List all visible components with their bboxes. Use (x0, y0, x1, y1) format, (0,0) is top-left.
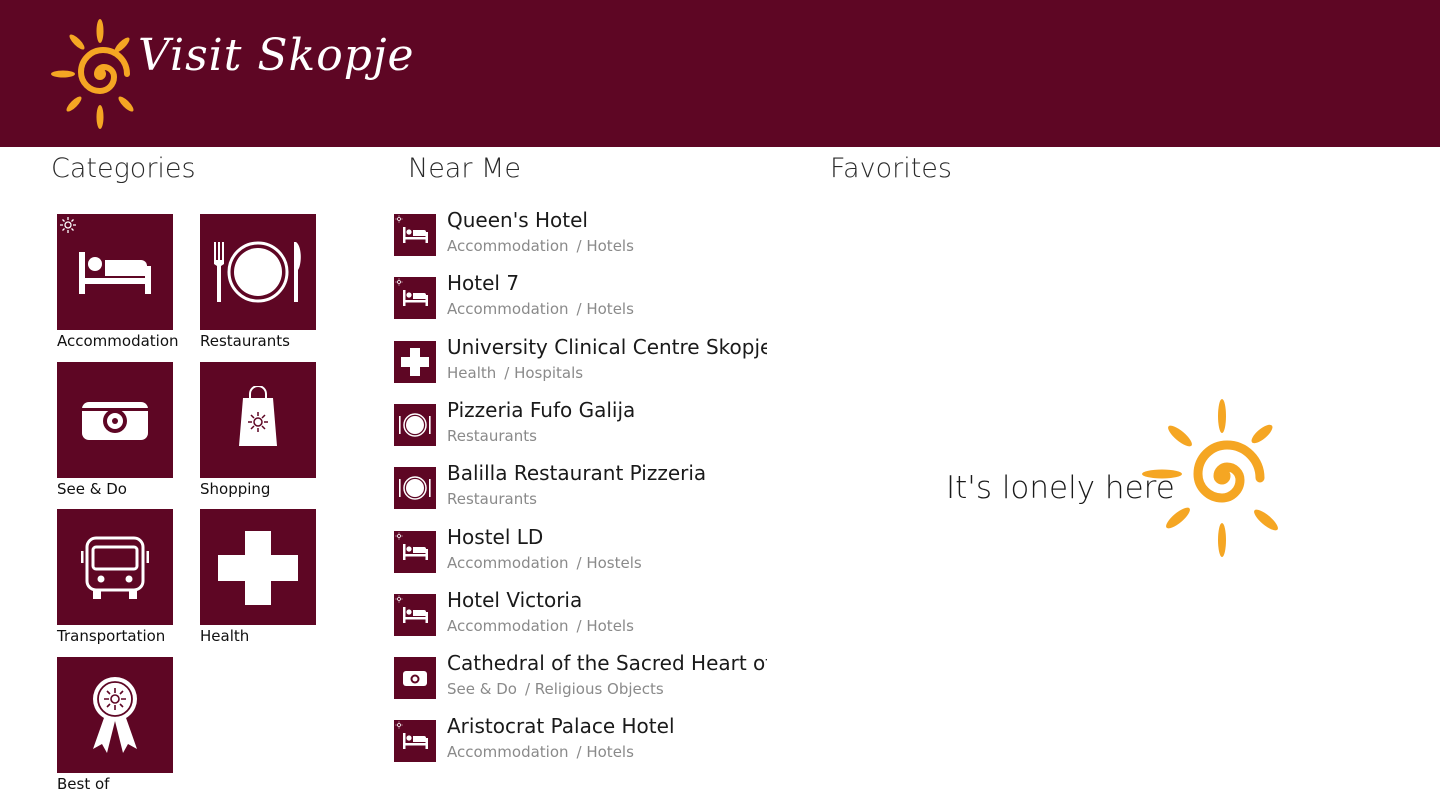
near-me-item-category-name: Accommodation (447, 743, 569, 762)
near-me-item-subcategory: / Hostels (576, 553, 642, 572)
near-me-item-category-name: Accommodation (447, 553, 569, 572)
bed-icon (394, 277, 436, 320)
near-me-item-subcategory: / Hotels (576, 237, 634, 255)
near-me-item-subcategory: / Hotels (576, 616, 634, 635)
plate-cutlery-icon (394, 467, 436, 510)
near-me-item-subcategory: / Hospitals (504, 363, 584, 382)
plate-cutlery-icon (394, 403, 436, 446)
cross-icon (394, 340, 436, 383)
category-tile-see-do[interactable] (57, 362, 173, 478)
near-me-item-category: Accommodation / Hotels (447, 237, 634, 255)
category-label: Health (200, 627, 250, 645)
near-me-item-category: Health / Hospitals (447, 364, 583, 382)
award-ribbon-icon (93, 677, 137, 753)
near-me-item-category-name: See & Do (447, 680, 517, 699)
near-me-item[interactable]: Hotel Victoria Accommodation / Hotels (393, 588, 773, 644)
category-tile-shopping[interactable] (200, 362, 316, 478)
near-me-item-title: Hostel LD (447, 524, 544, 549)
near-me-item[interactable]: Aristocrat Palace Hotel Accommodation / Ho… (393, 714, 773, 770)
near-me-item-title: Hotel 7 (447, 271, 520, 296)
bed-icon (394, 593, 436, 636)
category-label: Best of (57, 775, 110, 793)
near-me-item-title: Hotel Victoria (447, 587, 583, 612)
bus-icon (81, 536, 149, 599)
app-title: Visit Skopje (138, 30, 415, 81)
app-logo[interactable]: Visit Skopje (50, 18, 414, 130)
shopping-bag-icon (239, 386, 277, 446)
sun-logo-icon (51, 19, 134, 129)
near-me-item[interactable]: Hotel 7 Accommodation / Hotels (393, 271, 773, 327)
near-me-item[interactable]: Pizzeria Fufo Galija Restaurants (393, 398, 773, 454)
favorites-heading: Favorites (830, 153, 952, 184)
near-me-item-category-name: Restaurants (447, 490, 537, 509)
near-me-item-category: Restaurants (447, 427, 537, 445)
near-me-item-title: University Clinical Centre Skopje (447, 334, 767, 359)
near-me-item[interactable]: Balilla Restaurant Pizzeria Restaurants (393, 461, 773, 517)
category-tile-restaurants[interactable] (200, 214, 316, 330)
near-me-item-title: Cathedral of the Sacred Heart of Jes (447, 651, 767, 676)
category-tile-transportation[interactable] (57, 509, 173, 625)
near-me-item-category-name: Health (447, 363, 497, 382)
near-me-item-category: Accommodation / Hostels (447, 554, 642, 572)
near-me-item-subcategory: / Hotels (576, 743, 634, 762)
category-tile-accommodation[interactable] (57, 214, 173, 330)
near-me-item-category-name: Accommodation (447, 237, 569, 255)
category-label: Shopping (200, 480, 271, 498)
near-me-item[interactable]: Hostel LD Accommodation / Hostels (393, 525, 773, 581)
sun-icon (1142, 399, 1278, 557)
near-me-item-category-name: Accommodation (447, 616, 569, 635)
bed-icon (79, 252, 151, 294)
cross-icon (218, 531, 298, 605)
plate-cutlery-icon (214, 241, 301, 303)
category-label: Transportation (57, 627, 166, 645)
near-me-item-title: Balilla Restaurant Pizzeria (447, 461, 707, 486)
near-me-item-category: Restaurants (447, 490, 537, 508)
near-me-item-category: Accommodation / Hotels (447, 617, 634, 635)
near-me-item-category: Accommodation / Hotels (447, 300, 634, 318)
bed-icon (394, 720, 436, 763)
near-me-item-title: Queen's Hotel (447, 208, 588, 232)
bed-icon (394, 214, 436, 256)
category-label: Restaurants (200, 332, 290, 350)
camera-icon (82, 402, 148, 440)
sun-badge-icon (60, 217, 76, 233)
category-tile-best-of[interactable] (57, 657, 173, 773)
app-header: Visit Skopje (0, 0, 1440, 147)
near-me-item-category: Accommodation / Hotels (447, 743, 634, 761)
near-me-item-subcategory: / Hotels (576, 300, 634, 319)
categories-heading: Categories (51, 153, 196, 184)
near-me-item[interactable]: Queen's Hotel Accommodation / Hotels (393, 208, 773, 264)
near-me-item-category: See & Do / Religious Objects (447, 680, 664, 698)
category-label: Accommodation (57, 332, 179, 350)
near-me-item-subcategory: / Religious Objects (524, 680, 664, 699)
near-me-item-category-name: Accommodation (447, 300, 569, 319)
near-me-heading: Near Me (408, 153, 521, 184)
near-me-item-title: Aristocrat Palace Hotel (447, 714, 675, 739)
near-me-item-category-name: Restaurants (447, 426, 537, 445)
category-tile-health[interactable] (200, 509, 316, 625)
camera-icon (394, 657, 436, 700)
bed-icon (394, 530, 436, 573)
near-me-item[interactable]: University Clinical Centre Skopje Health /… (393, 335, 773, 391)
category-label: See & Do (57, 480, 127, 498)
near-me-item-title: Pizzeria Fufo Galija (447, 397, 636, 422)
near-me-item[interactable]: Cathedral of the Sacred Heart of Jes See … (393, 651, 773, 707)
